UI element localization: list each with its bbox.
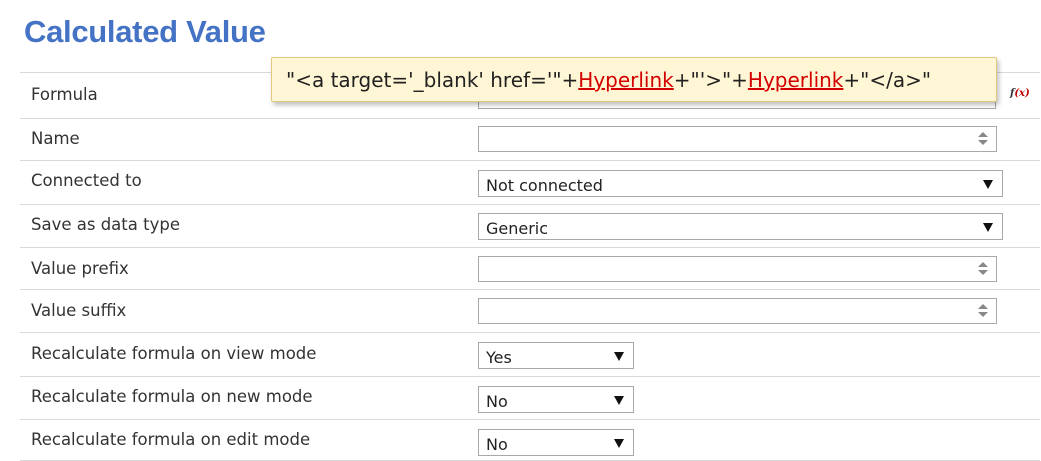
connected-to-label: Connected to: [31, 171, 142, 190]
chevron-down-icon: [983, 180, 993, 189]
tooltip-text-1: "<a target='_blank' href='"+: [286, 68, 579, 92]
spinner-down-icon: [978, 270, 988, 275]
spinner-up-icon: [978, 304, 988, 309]
recalc-new-label: Recalculate formula on new mode: [31, 387, 313, 406]
connected-to-select[interactable]: Not connected: [478, 170, 1003, 197]
value-suffix-label: Value suffix: [31, 301, 127, 320]
recalc-new-value: No: [486, 392, 508, 411]
recalc-edit-label: Recalculate formula on edit mode: [31, 430, 311, 449]
recalc-view-value: Yes: [486, 348, 512, 367]
value-suffix-input[interactable]: [478, 298, 997, 324]
chevron-down-icon: [614, 352, 624, 361]
formula-builder-icon[interactable]: f(x): [1010, 88, 1030, 99]
page-title: Calculated Value: [24, 14, 266, 49]
spinner-up-icon: [978, 262, 988, 267]
name-row: Name: [20, 118, 1040, 161]
formula-label: Formula: [31, 85, 98, 104]
value-prefix-label: Value prefix: [31, 259, 129, 278]
value-suffix-row: Value suffix: [20, 289, 1040, 333]
name-label: Name: [31, 129, 80, 148]
recalc-new-select[interactable]: No: [478, 386, 634, 413]
tooltip-text-2: +"'>"+: [673, 68, 748, 92]
recalc-edit-row: Recalculate formula on edit mode No: [20, 419, 1040, 461]
fx-icon-x: (x): [1014, 88, 1030, 99]
value-prefix-input[interactable]: [478, 256, 997, 282]
spinner-down-icon: [978, 140, 988, 145]
save-as-data-type-select[interactable]: Generic: [478, 213, 1003, 240]
tooltip-text-3: +"</a>": [843, 68, 932, 92]
value-prefix-row: Value prefix: [20, 247, 1040, 290]
save-as-data-type-row: Save as data type Generic: [20, 204, 1040, 248]
chevron-down-icon: [614, 439, 624, 448]
formula-tooltip: "<a target='_blank' href='"+Hyperlink+"'…: [271, 57, 997, 102]
save-as-data-type-label: Save as data type: [31, 215, 180, 234]
recalc-view-select[interactable]: Yes: [478, 342, 634, 369]
recalc-edit-select[interactable]: No: [478, 429, 634, 456]
spinner-up-icon: [978, 132, 988, 137]
tooltip-hyperlink-2: Hyperlink: [747, 68, 844, 92]
name-input[interactable]: [478, 126, 997, 152]
value-suffix-spinner[interactable]: [978, 303, 988, 319]
connected-to-row: Connected to Not connected: [20, 160, 1040, 205]
recalc-view-label: Recalculate formula on view mode: [31, 344, 317, 363]
save-as-data-type-value: Generic: [486, 219, 549, 238]
value-prefix-spinner[interactable]: [978, 261, 988, 277]
chevron-down-icon: [614, 396, 624, 405]
tooltip-hyperlink-1: Hyperlink: [578, 68, 674, 92]
connected-to-value: Not connected: [486, 176, 603, 195]
chevron-down-icon: [983, 223, 993, 232]
recalc-view-row: Recalculate formula on view mode Yes: [20, 332, 1040, 377]
name-spinner[interactable]: [978, 131, 988, 147]
spinner-down-icon: [978, 312, 988, 317]
recalc-edit-value: No: [486, 435, 508, 454]
recalc-new-row: Recalculate formula on new mode No: [20, 376, 1040, 420]
